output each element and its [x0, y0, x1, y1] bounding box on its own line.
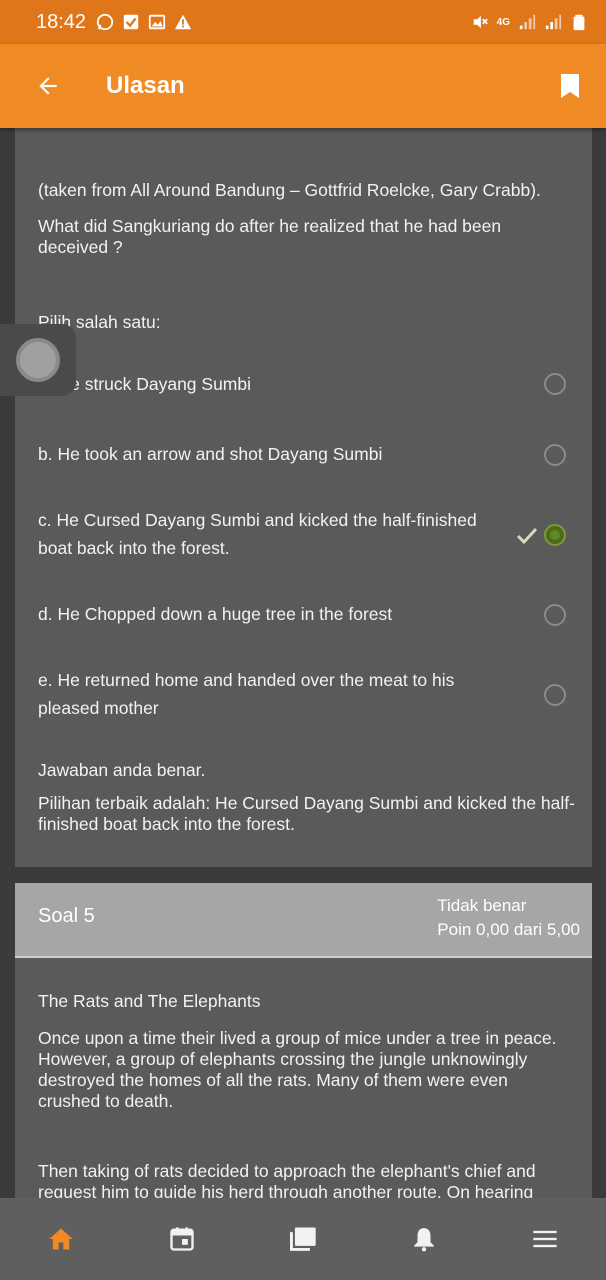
question-text: What did Sangkuriang do after he realize…: [38, 216, 502, 257]
battery-icon: [573, 14, 585, 31]
signal-icon: [545, 14, 562, 30]
nav-courses[interactable]: [273, 1209, 333, 1269]
floating-assistive-button[interactable]: [0, 324, 76, 396]
bookmark-icon: [561, 74, 579, 98]
back-button[interactable]: [24, 62, 72, 110]
network-type: 4G: [496, 16, 510, 28]
points-text: Poin 0,00 dari 5,00: [437, 920, 580, 939]
correct-answer-text: Pilihan terbaik adalah: He Cursed Dayang…: [38, 793, 575, 834]
page-title: Ulasan: [106, 72, 185, 99]
nav-home[interactable]: [31, 1209, 91, 1269]
question-card-4: (taken from All Around Bandung – Gottfri…: [15, 128, 592, 867]
status-badge: Tidak benar: [437, 896, 527, 915]
question-header: Soal 5 Tidak benar Poin 0,00 dari 5,00: [15, 883, 592, 958]
signal-icon: [519, 14, 536, 30]
question-source: (taken from All Around Bandung – Gottfri…: [38, 180, 541, 200]
review-content[interactable]: (taken from All Around Bandung – Gottfri…: [0, 128, 606, 1198]
question-status: Tidak benar Poin 0,00 dari 5,00: [437, 894, 580, 942]
status-bar: 18:42 4G: [0, 0, 606, 44]
option-d[interactable]: d. He Chopped down a huge tree in the fo…: [38, 600, 578, 628]
assistive-dot-icon: [16, 338, 60, 382]
radio-button[interactable]: [544, 684, 566, 706]
radio-button[interactable]: [544, 444, 566, 466]
option-label: e. He returned home and handed over the …: [38, 670, 455, 718]
bell-icon: [414, 1228, 434, 1252]
story-paragraph: Once upon a time their lived a group of …: [38, 1028, 557, 1111]
option-label: b. He took an arrow and shot Dayang Sumb…: [38, 444, 383, 464]
status-time: 18:42: [36, 10, 87, 33]
mute-icon: [473, 15, 488, 29]
radio-button-selected[interactable]: [544, 524, 566, 546]
bookmark-button[interactable]: [554, 66, 586, 106]
gallery-icon: [148, 14, 166, 30]
option-c[interactable]: c. He Cursed Dayang Sumbi and kicked the…: [38, 506, 578, 562]
option-label: a. He struck Dayang Sumbi: [38, 374, 252, 394]
check-box-icon: [123, 14, 139, 30]
whatsapp-icon: [96, 13, 114, 31]
radio-button[interactable]: [544, 373, 566, 395]
home-icon: [48, 1228, 73, 1250]
story-paragraph: Then taking of rats decided to approach …: [38, 1161, 536, 1198]
feedback-text: Jawaban anda benar.: [38, 760, 206, 780]
courses-icon: [289, 1227, 316, 1251]
menu-icon: [533, 1230, 558, 1248]
option-label: d. He Chopped down a huge tree in the fo…: [38, 604, 393, 624]
calendar-icon: [170, 1227, 194, 1251]
story-title: The Rats and The Elephants: [38, 991, 261, 1011]
option-b[interactable]: b. He took an arrow and shot Dayang Sumb…: [38, 440, 578, 468]
warning-icon: [174, 14, 192, 30]
arrow-left-icon: [39, 77, 57, 95]
option-a[interactable]: a. He struck Dayang Sumbi: [38, 370, 578, 398]
nav-menu[interactable]: [515, 1209, 575, 1269]
option-e[interactable]: e. He returned home and handed over the …: [38, 666, 578, 722]
nav-calendar[interactable]: [152, 1209, 212, 1269]
checkmark-icon: [516, 527, 538, 545]
question-number: Soal 5: [38, 905, 95, 927]
option-label: c. He Cursed Dayang Sumbi and kicked the…: [38, 510, 477, 558]
app-bar: Ulasan: [0, 44, 606, 128]
question-card-5: Soal 5 Tidak benar Poin 0,00 dari 5,00 T…: [15, 883, 592, 1198]
nav-notifications[interactable]: [394, 1209, 454, 1269]
bottom-navigation: [0, 1198, 606, 1280]
radio-button[interactable]: [544, 604, 566, 626]
